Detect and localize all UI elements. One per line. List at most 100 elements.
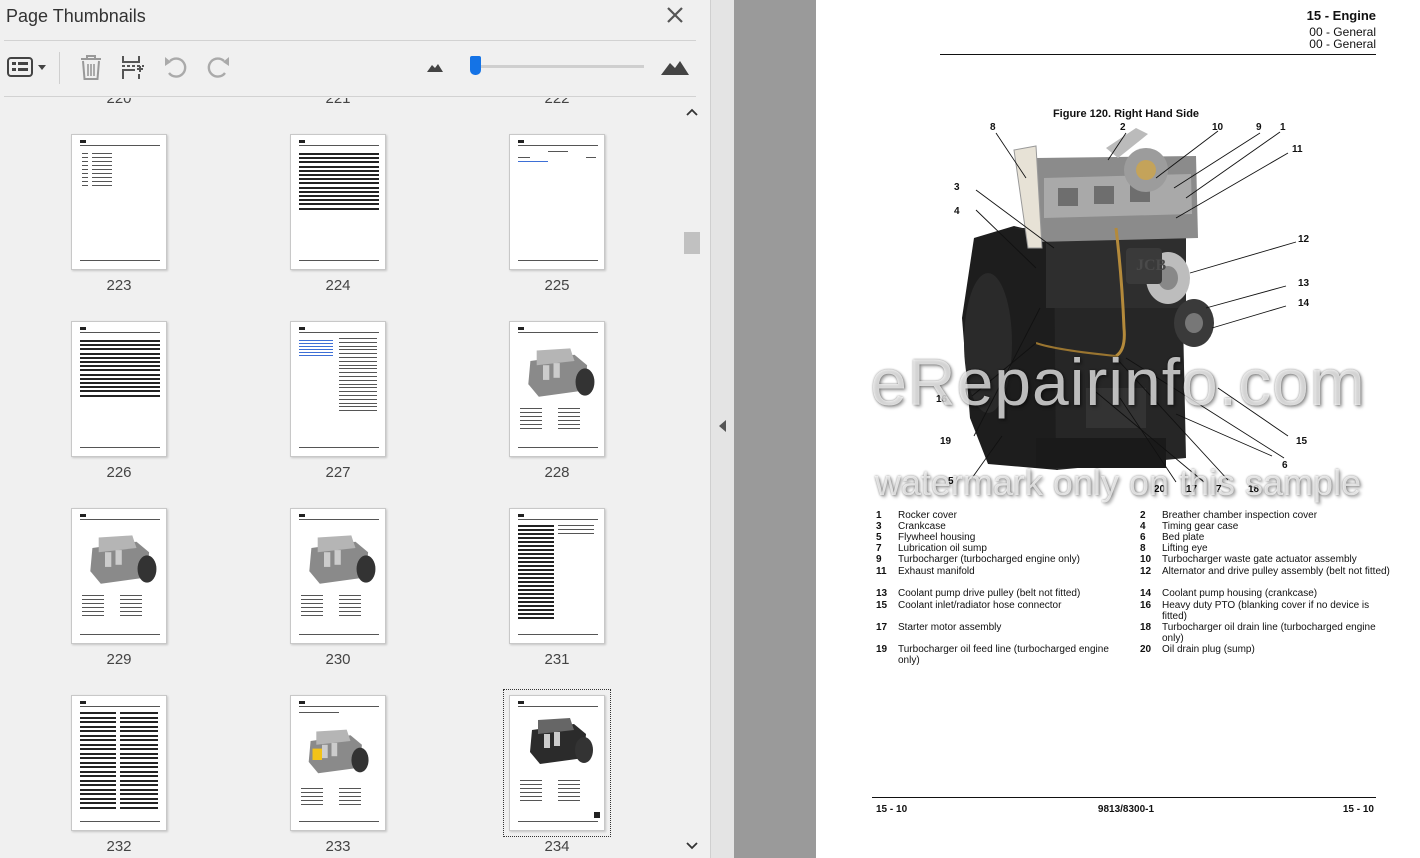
thumbnail-line [299, 706, 379, 707]
thumbnail-line [82, 177, 88, 178]
thumbnail-line [558, 416, 580, 417]
thumbnail-line [339, 357, 377, 358]
thumbnail-line [299, 161, 379, 164]
collapse-panel-icon[interactable] [719, 420, 726, 432]
thumbnail-line [518, 706, 598, 707]
document-background [734, 0, 816, 858]
thumbnail-line [82, 611, 104, 612]
scroll-up-button[interactable] [682, 104, 702, 120]
legend-text: Turbocharger waste gate actuator assembl… [1162, 554, 1357, 565]
scroll-thumb[interactable] [684, 232, 700, 254]
thumbnail-block [80, 701, 86, 704]
thumbnail-line [518, 553, 554, 555]
thumbnail-line [558, 792, 580, 793]
callout-label: 19 [940, 436, 952, 447]
thumbnail-line [339, 349, 377, 351]
thumbnail-line [299, 634, 379, 635]
page-thumbnail[interactable] [71, 134, 167, 270]
page-number-label: 225 [544, 277, 570, 294]
legend-number: 8 [1140, 543, 1146, 554]
page-thumbnail[interactable] [71, 508, 167, 644]
thumbnail-line [299, 203, 379, 206]
page-thumbnail[interactable] [290, 695, 386, 831]
page-thumbnail[interactable] [71, 695, 167, 831]
toolbar-separator [59, 52, 60, 84]
thumbnail-line [80, 743, 116, 746]
delete-pages-button[interactable] [76, 52, 106, 82]
legend-number: 5 [876, 532, 882, 543]
legend-number: 12 [1140, 566, 1152, 577]
thumbnail-line [520, 780, 542, 781]
thumbnail-line [301, 603, 323, 604]
thumbnail-line [518, 597, 554, 599]
panel-splitter[interactable] [710, 0, 734, 858]
insert-pages-button[interactable] [118, 52, 148, 82]
thumbnail-line [299, 355, 333, 356]
page-thumbnail[interactable] [71, 321, 167, 457]
thumbnail-line [520, 792, 542, 793]
thumbnail-line [80, 361, 160, 363]
legend-number: 4 [1140, 521, 1146, 532]
page-thumbnail[interactable] [509, 134, 605, 270]
thumbnail-line [120, 730, 158, 732]
thumbnail-line [82, 181, 88, 182]
thumbnail-line [558, 424, 580, 425]
legend-text: Turbocharger oil feed line (turbocharged… [898, 644, 1109, 666]
page-thumbnail[interactable] [509, 321, 605, 457]
callout-label: 2 [1120, 122, 1126, 133]
thumbnail-line [548, 151, 568, 152]
thumbnail-line [92, 181, 112, 182]
thumbnail-engine-image [309, 535, 376, 584]
thumbnail-line [120, 725, 158, 728]
thumbnail-line [518, 617, 554, 619]
larger-thumbnails-button[interactable] [658, 52, 692, 82]
thumbnail-line [120, 716, 158, 719]
thumbnail-size-slider-track[interactable] [470, 65, 644, 68]
thumbnail-line [518, 161, 548, 162]
scroll-down-button[interactable] [682, 838, 702, 854]
page-thumbnail[interactable] [290, 321, 386, 457]
rotate-clockwise-button[interactable] [203, 52, 233, 82]
thumbnail-line [518, 593, 554, 595]
thumbnail-line [299, 186, 379, 189]
header-subsection: 00 - General [1309, 37, 1376, 51]
watermark-text: eRepairinfo.com [870, 345, 1366, 419]
thumbnail-line [80, 344, 160, 347]
thumbnail-line [518, 145, 598, 146]
thumbnail-line [520, 800, 542, 801]
thumbnail-size-slider-thumb[interactable] [470, 56, 482, 75]
close-panel-button[interactable] [664, 4, 686, 26]
thumbnail-line [80, 386, 160, 389]
thumbnail-line [301, 607, 323, 608]
thumbnail-line [518, 585, 554, 587]
rotate-counterclockwise-button[interactable] [161, 52, 191, 82]
thumbnail-line [520, 784, 542, 785]
thumbnail-line [339, 360, 377, 362]
page-number-label: 221 [325, 98, 351, 107]
thumbnail-line [518, 541, 554, 543]
thumbnail-line [339, 376, 377, 377]
thumbnail-line [299, 349, 333, 350]
thumbnail-line [80, 752, 116, 755]
thumbnail-line [518, 519, 598, 520]
thumbnail-line [518, 821, 598, 822]
thumbnail-line [558, 780, 580, 781]
engine-illustration: JCB 8 2 10 9 1 11 3 4 12 13 14 16 19 15 … [936, 122, 1310, 495]
legend-number: 13 [876, 588, 888, 599]
page-number-label: 224 [325, 277, 351, 294]
page-thumbnail[interactable] [290, 134, 386, 270]
page-thumbnail[interactable] [509, 508, 605, 644]
legend-number: 1 [876, 510, 882, 521]
thumbnail-line [301, 595, 323, 596]
thumbnail-line [339, 792, 361, 793]
legend-text: Alternator and drive pulley assembly (be… [1162, 566, 1390, 577]
page-thumbnail[interactable] [290, 508, 386, 644]
page-thumbnail[interactable] [503, 689, 611, 837]
thumbnail-options-button[interactable] [4, 52, 50, 82]
thumbnail-line [80, 775, 116, 777]
thumbnail-line [80, 739, 116, 741]
thumbnail-scrollbar[interactable] [682, 98, 702, 858]
thumbnail-line [80, 730, 116, 732]
smaller-thumbnails-button[interactable] [420, 52, 450, 82]
thumbnail-line [120, 784, 158, 786]
